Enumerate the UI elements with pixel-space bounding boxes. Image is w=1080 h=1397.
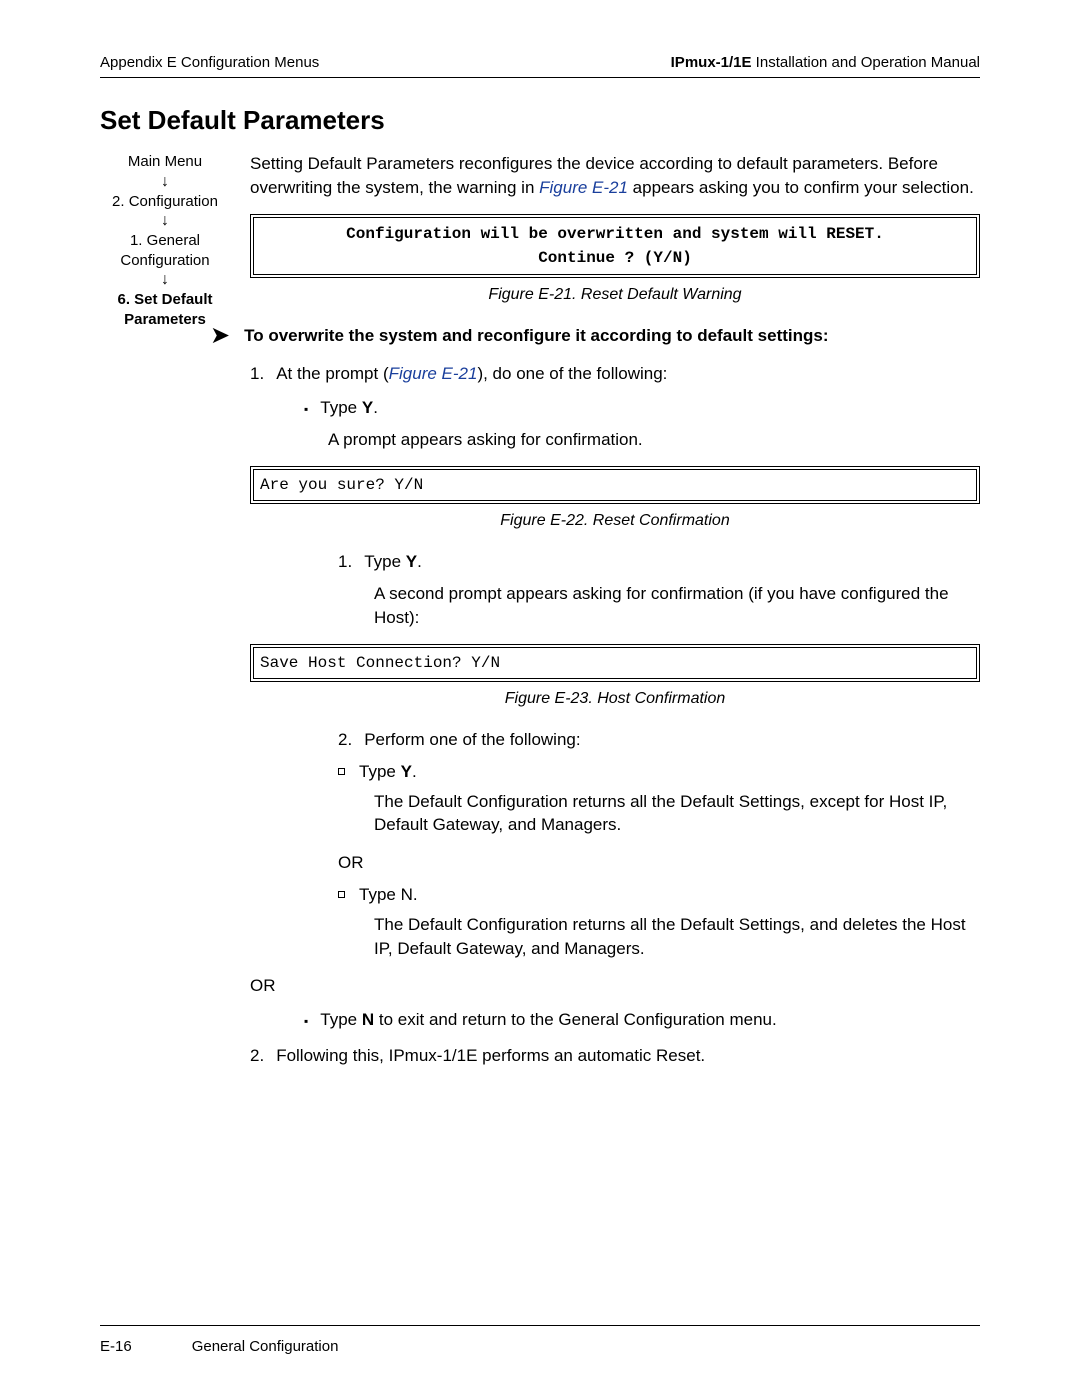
result-text: A second prompt appears asking for confi… bbox=[374, 582, 980, 630]
sub-numbered-step: 2. Perform one of the following: bbox=[338, 728, 980, 752]
text-part: Type bbox=[359, 762, 401, 781]
header-left: Appendix E Configuration Menus bbox=[100, 52, 319, 73]
numbered-step: 1. At the prompt (Figure E-21), do one o… bbox=[250, 362, 980, 386]
result-text: The Default Configuration returns all th… bbox=[374, 790, 980, 838]
key-label: Y bbox=[406, 552, 417, 571]
key-label: N bbox=[362, 1010, 374, 1029]
bullet-icon: ▪ bbox=[304, 401, 308, 420]
procedure-heading: ➤ To overwrite the system and reconfigur… bbox=[210, 324, 980, 348]
bullet-text: Type N to exit and return to the General… bbox=[320, 1008, 776, 1032]
figure-caption: Figure E-21. Reset Default Warning bbox=[250, 284, 980, 306]
figure-link[interactable]: Figure E-21 bbox=[389, 364, 478, 383]
terminal-prompt-box: Are you sure? Y/N bbox=[250, 466, 980, 504]
header-doc-title: Installation and Operation Manual bbox=[752, 54, 980, 71]
down-arrow-icon: ↓ bbox=[100, 174, 230, 190]
bullet-item: ▪ Type N to exit and return to the Gener… bbox=[304, 1008, 980, 1032]
terminal-line: Continue ? (Y/N) bbox=[262, 246, 968, 270]
down-arrow-icon: ↓ bbox=[100, 213, 230, 229]
or-separator: OR bbox=[250, 974, 980, 998]
header-product: IPmux-1/1E bbox=[671, 54, 752, 71]
square-bullet-item: Type Y. bbox=[338, 760, 980, 784]
step-text: At the prompt (Figure E-21), do one of t… bbox=[276, 362, 667, 386]
procedure-title: To overwrite the system and reconfigure … bbox=[244, 324, 828, 348]
breadcrumb-item: 1. General Configuration bbox=[100, 231, 230, 270]
figure-caption: Figure E-22. Reset Confirmation bbox=[250, 510, 980, 532]
text-part: . bbox=[373, 398, 378, 417]
content-row: Main Menu ↓ 2. Configuration ↓ 1. Genera… bbox=[100, 152, 980, 1077]
square-bullet-icon bbox=[338, 891, 345, 898]
step-text-part: ), do one of the following: bbox=[477, 364, 667, 383]
step-text: Perform one of the following: bbox=[364, 728, 580, 752]
bullet-text: Type Y. bbox=[320, 396, 378, 420]
intro-text: appears asking you to confirm your selec… bbox=[628, 178, 974, 197]
bullet-text: Type N. bbox=[359, 883, 418, 907]
step-number: 2. bbox=[338, 728, 352, 752]
breadcrumb-item: 2. Configuration bbox=[100, 192, 230, 212]
page-footer: E-16 General Configuration bbox=[100, 1325, 980, 1357]
down-arrow-icon: ↓ bbox=[100, 272, 230, 288]
text-part: . bbox=[417, 552, 422, 571]
figure-link[interactable]: Figure E-21 bbox=[539, 178, 628, 197]
terminal-line: Configuration will be overwritten and sy… bbox=[262, 222, 968, 246]
main-content: Setting Default Parameters reconfigures … bbox=[250, 152, 980, 1077]
numbered-step: 2. Following this, IPmux-1/1E performs a… bbox=[250, 1044, 980, 1068]
section-heading: Set Default Parameters bbox=[100, 102, 980, 138]
bullet-item: ▪ Type Y. bbox=[304, 396, 980, 420]
result-text: A prompt appears asking for confirmation… bbox=[328, 428, 980, 452]
key-label: Y bbox=[362, 398, 373, 417]
bullet-icon: ▪ bbox=[304, 1013, 308, 1032]
page: Appendix E Configuration Menus IPmux-1/1… bbox=[0, 0, 1080, 1397]
bullet-text: Type Y. bbox=[359, 760, 417, 784]
breadcrumb-item: Main Menu bbox=[100, 152, 230, 172]
sub-numbered-step: 1. Type Y. bbox=[338, 550, 980, 574]
key-label: Y bbox=[401, 762, 412, 781]
figure-caption: Figure E-23. Host Confirmation bbox=[250, 688, 980, 710]
text-part: Type bbox=[320, 398, 362, 417]
text-part: . bbox=[412, 762, 417, 781]
text-part: Type bbox=[364, 552, 406, 571]
header-right: IPmux-1/1E Installation and Operation Ma… bbox=[671, 52, 980, 73]
text-part: to exit and return to the General Config… bbox=[374, 1010, 777, 1029]
or-separator: OR bbox=[338, 851, 980, 875]
step-number: 1. bbox=[250, 362, 264, 386]
step-number: 1. bbox=[338, 550, 352, 574]
breadcrumb-sidebar: Main Menu ↓ 2. Configuration ↓ 1. Genera… bbox=[100, 152, 230, 1077]
square-bullet-icon bbox=[338, 768, 345, 775]
step-text: Following this, IPmux-1/1E performs an a… bbox=[276, 1044, 705, 1068]
step-text: Type Y. bbox=[364, 550, 422, 574]
step-number: 2. bbox=[250, 1044, 264, 1068]
terminal-prompt-box: Save Host Connection? Y/N bbox=[250, 644, 980, 682]
procedure-arrow-icon: ➤ bbox=[210, 324, 230, 348]
terminal-warning-box: Configuration will be overwritten and sy… bbox=[250, 214, 980, 278]
square-bullet-item: Type N. bbox=[338, 883, 980, 907]
step-text-part: At the prompt ( bbox=[276, 364, 388, 383]
intro-paragraph: Setting Default Parameters reconfigures … bbox=[250, 152, 980, 200]
running-header: Appendix E Configuration Menus IPmux-1/1… bbox=[100, 52, 980, 78]
page-number: E-16 bbox=[100, 1336, 132, 1357]
result-text: The Default Configuration returns all th… bbox=[374, 913, 980, 961]
footer-section-name: General Configuration bbox=[192, 1336, 339, 1357]
text-part: Type bbox=[320, 1010, 362, 1029]
